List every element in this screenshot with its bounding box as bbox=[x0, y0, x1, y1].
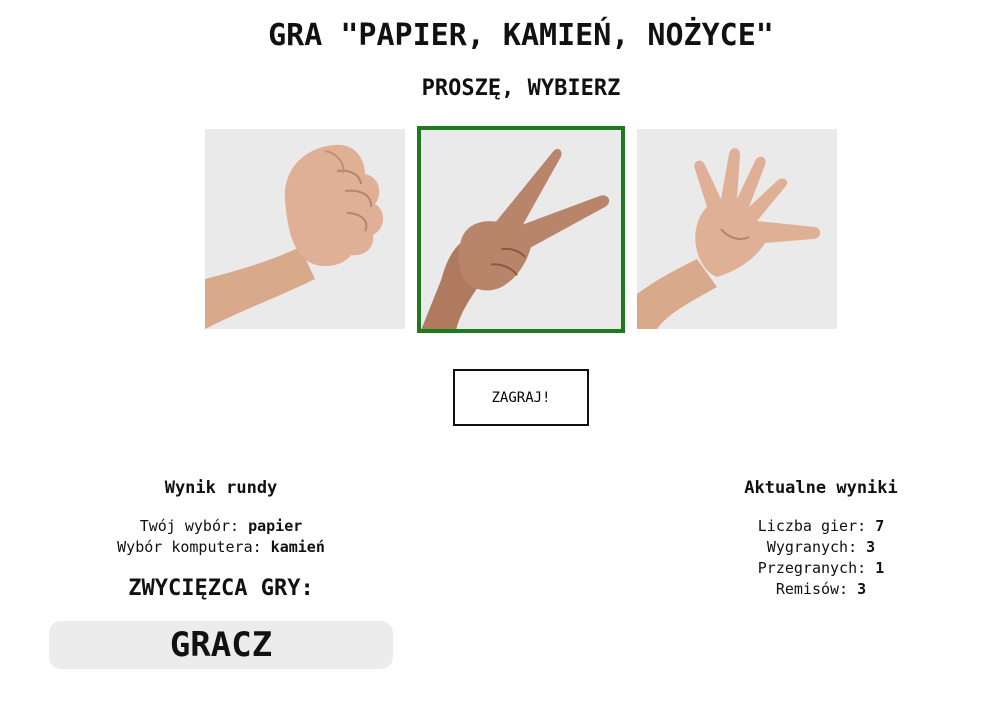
games-value: 7 bbox=[875, 517, 885, 535]
choice-scissors[interactable] bbox=[417, 126, 625, 333]
play-button[interactable]: ZAGRAJ! bbox=[453, 369, 589, 426]
games-row: Liczba gier: 7 bbox=[621, 516, 992, 537]
choose-prompt: PROSZĘ, WYBIERZ bbox=[421, 76, 621, 101]
wins-value: 3 bbox=[866, 538, 876, 556]
rock-hand-fist-icon bbox=[205, 129, 405, 329]
winner-label: ZWYCIĘZCA GRY: bbox=[128, 576, 314, 601]
computer-choice-value: kamień bbox=[270, 538, 325, 556]
winner-value: GRACZ bbox=[49, 621, 393, 669]
round-result-info: Twój wybór: papier Wybór komputera: kami… bbox=[21, 516, 421, 558]
your-choice-label: Twój wybór: bbox=[139, 517, 240, 535]
scores-info: Liczba gier: 7 Wygranych: 3 Przegranych:… bbox=[621, 516, 992, 600]
computer-choice-label: Wybór komputera: bbox=[117, 538, 262, 556]
losses-label: Przegranych: bbox=[757, 559, 867, 577]
your-choice-row: Twój wybór: papier bbox=[21, 516, 421, 537]
choice-list bbox=[0, 126, 992, 333]
paper-hand-open-icon bbox=[637, 129, 837, 329]
choice-paper[interactable] bbox=[637, 129, 837, 329]
round-result-title: Wynik rundy bbox=[164, 478, 278, 498]
draws-row: Remisów: 3 bbox=[621, 579, 992, 600]
scissors-hand-v-icon bbox=[421, 130, 621, 329]
games-label: Liczba gier: bbox=[757, 517, 867, 535]
losses-row: Przegranych: 1 bbox=[621, 558, 992, 579]
computer-choice-row: Wybór komputera: kamień bbox=[21, 537, 421, 558]
scores-title: Aktualne wyniki bbox=[744, 478, 898, 498]
draws-value: 3 bbox=[857, 580, 867, 598]
choice-rock[interactable] bbox=[205, 129, 405, 329]
wins-label: Wygranych: bbox=[766, 538, 858, 556]
game-title: GRA "PAPIER, KAMIEŃ, NOŻYCE" bbox=[268, 18, 774, 53]
draws-label: Remisów: bbox=[775, 580, 849, 598]
wins-row: Wygranych: 3 bbox=[621, 537, 992, 558]
losses-value: 1 bbox=[875, 559, 885, 577]
your-choice-value: papier bbox=[248, 517, 303, 535]
